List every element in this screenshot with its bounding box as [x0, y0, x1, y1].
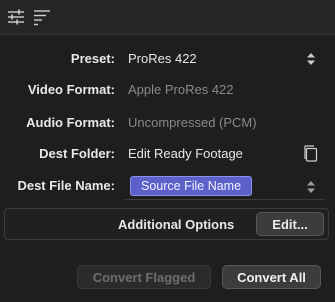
source-file-name-token[interactable]: Source File Name — [130, 176, 253, 196]
document-icon[interactable] — [304, 145, 318, 162]
preset-select[interactable]: ProRes 422 — [128, 51, 197, 66]
converter-panel: Preset: ProRes 422 Video Format: Apple P… — [0, 0, 335, 302]
dest-file-name-row: Dest File Name: Source File Name — [0, 175, 335, 197]
sort-lines-icon[interactable] — [33, 8, 51, 26]
dest-folder-value[interactable]: Edit Ready Footage — [128, 146, 243, 161]
preset-label: Preset: — [70, 51, 115, 66]
convert-all-button[interactable]: Convert All — [222, 265, 321, 289]
dest-file-name-label: Dest File Name: — [17, 178, 115, 193]
audio-format-value: Uncompressed (PCM) — [128, 115, 257, 130]
edit-options-button[interactable]: Edit... — [256, 212, 324, 236]
dest-folder-row: Dest Folder: Edit Ready Footage — [0, 143, 335, 165]
preset-stepper-icon[interactable] — [306, 52, 316, 66]
dest-file-name-stepper-icon[interactable] — [306, 180, 316, 194]
dest-file-name-underline — [125, 199, 325, 200]
additional-options-label: Additional Options — [118, 217, 235, 232]
video-format-value: Apple ProRes 422 — [128, 82, 234, 97]
dest-folder-label: Dest Folder: — [39, 146, 115, 161]
video-format-label: Video Format: — [27, 82, 115, 97]
convert-flagged-button[interactable]: Convert Flagged — [77, 265, 211, 289]
audio-format-row: Audio Format: Uncompressed (PCM) — [0, 112, 335, 134]
video-format-row: Video Format: Apple ProRes 422 — [0, 79, 335, 101]
sliders-icon[interactable] — [7, 8, 25, 26]
audio-format-label: Audio Format: — [26, 115, 115, 130]
preset-row: Preset: ProRes 422 — [0, 48, 335, 70]
toolbar — [0, 0, 335, 35]
